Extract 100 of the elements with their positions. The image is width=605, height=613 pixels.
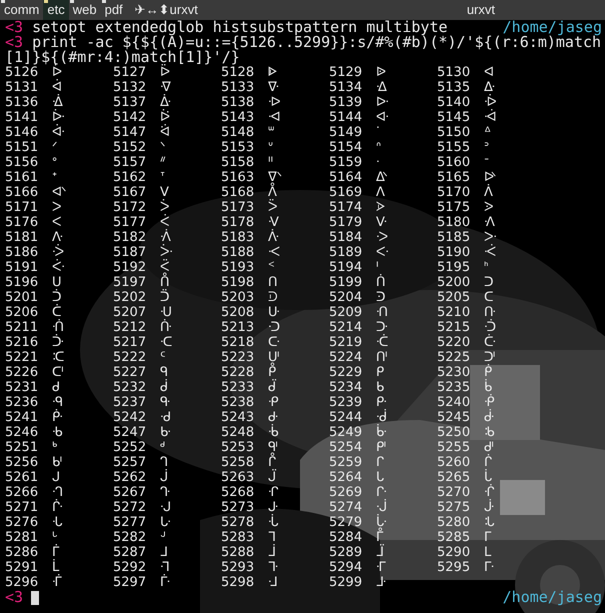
- code-number: 5147: [113, 125, 148, 140]
- code-number: 5152: [113, 140, 148, 155]
- code-number: 5232: [113, 380, 148, 395]
- code-number: 5234: [329, 380, 364, 395]
- syllabic-glyph: ᑿ: [160, 425, 171, 440]
- syllabic-glyph: ᒊ: [268, 455, 276, 470]
- code-number: 5141: [5, 110, 40, 125]
- syllabic-glyph: ᑷ: [376, 395, 387, 410]
- code-number: 5137: [113, 95, 148, 110]
- syllabic-glyph: ᑱ: [268, 380, 276, 395]
- code-number: 5176: [5, 215, 40, 230]
- syllabic-glyph: ᑢ: [268, 335, 280, 350]
- code-number: 5259: [329, 455, 364, 470]
- syllabic-glyph: ᒂ: [484, 425, 495, 440]
- syllabic-glyph: ᑜ: [160, 320, 172, 335]
- syllabic-glyph: ᐸ: [52, 215, 62, 230]
- code-number: 5253: [221, 440, 256, 455]
- code-number: 5171: [5, 200, 40, 215]
- code-number: 5237: [113, 395, 148, 410]
- syllabic-glyph: ᐧ: [376, 155, 380, 170]
- workspace-tab[interactable]: etc: [43, 0, 69, 20]
- code-number: 5210: [437, 305, 472, 320]
- syllabic-glyph: ᒏ: [268, 470, 276, 485]
- syllabic-glyph: ᒙ: [268, 500, 278, 515]
- syllabic-glyph: ᐌ: [160, 80, 171, 95]
- code-number: 5217: [113, 335, 148, 350]
- syllabic-glyph: ᒄ: [160, 440, 166, 455]
- code-number: 5216: [5, 335, 40, 350]
- code-number: 5153: [221, 140, 256, 155]
- code-number: 5254: [329, 440, 364, 455]
- syllabic-glyph: ᑔ: [376, 290, 386, 305]
- code-number: 5155: [437, 140, 472, 155]
- syllabic-glyph: ᑎ: [268, 275, 278, 290]
- code-number: 5204: [329, 290, 364, 305]
- syllabic-glyph: ᑸ: [484, 395, 495, 410]
- syllabic-glyph: ᐔ: [484, 95, 497, 110]
- syllabic-glyph: ᒳ: [376, 575, 386, 590]
- syllabic-glyph: ᐬ: [376, 170, 388, 185]
- code-number: 5164: [329, 170, 364, 185]
- syllabic-glyph: ᐳ: [52, 200, 62, 215]
- syllabic-glyph: ᒒ: [52, 485, 64, 500]
- syllabic-glyph: ᐦ: [268, 155, 274, 170]
- code-number: 5139: [329, 95, 364, 110]
- code-number: 5205: [437, 290, 472, 305]
- code-number: 5262: [113, 470, 148, 485]
- code-number: 5282: [113, 530, 148, 545]
- syllabic-glyph: ᐩ: [52, 170, 58, 185]
- code-number: 5261: [5, 470, 40, 485]
- code-number: 5239: [329, 395, 364, 410]
- syllabic-glyph: ᒚ: [376, 500, 388, 515]
- syllabic-glyph: ᑌ: [52, 275, 62, 290]
- code-number: 5142: [113, 110, 148, 125]
- command-line: <3 setopt extendedglob histsubstpattern multibyte: [5, 20, 448, 35]
- code-number: 5146: [5, 125, 40, 140]
- code-number: 5246: [5, 425, 40, 440]
- code-number: 5150: [437, 125, 472, 140]
- syllabic-glyph: ᑙ: [376, 305, 388, 320]
- code-number: 5194: [329, 260, 364, 275]
- workspace-tab[interactable]: web: [68, 0, 101, 20]
- code-number: 5238: [221, 395, 256, 410]
- code-number: 5173: [221, 200, 256, 215]
- syllabic-glyph: ᐵ: [268, 200, 278, 215]
- code-number: 5221: [5, 350, 40, 365]
- code-number: 5132: [113, 80, 148, 95]
- code-number: 5130: [437, 65, 472, 80]
- syllabic-glyph: ᑗ: [160, 305, 172, 320]
- syllabic-glyph: ᒛ: [484, 500, 494, 515]
- code-number: 5264: [329, 470, 364, 485]
- code-number: 5145: [437, 110, 472, 125]
- syllabic-glyph: ᐡ: [268, 140, 274, 155]
- syllabic-glyph: ᑶ: [268, 395, 279, 410]
- code-number: 5245: [437, 410, 472, 425]
- code-number: 5297: [113, 575, 148, 590]
- prompt-symbol: <3: [5, 590, 24, 605]
- syllabic-glyph: ᑉ: [268, 260, 275, 275]
- code-number: 5144: [329, 110, 364, 125]
- code-number: 5157: [113, 155, 148, 170]
- code-number: 5286: [5, 545, 40, 560]
- code-number: 5260: [437, 455, 472, 470]
- code-number: 5224: [329, 350, 364, 365]
- code-number: 5165: [437, 170, 472, 185]
- code-number: 5187: [113, 245, 148, 260]
- workspace-tab[interactable]: comm: [0, 0, 44, 20]
- syllabic-glyph: ᐘ: [376, 110, 390, 125]
- syllabic-glyph: ᒭ: [268, 560, 278, 575]
- code-number: 5269: [329, 485, 364, 500]
- syllabic-glyph: ᐈ: [268, 65, 277, 80]
- syllabic-glyph: ᒬ: [160, 560, 170, 575]
- code-number: 5230: [437, 365, 472, 380]
- syllabic-glyph: ᑇ: [52, 260, 66, 275]
- window-label[interactable]: urxvt: [170, 0, 198, 20]
- code-number: 5188: [221, 245, 256, 260]
- syllabic-glyph: ᐖ: [160, 110, 170, 125]
- syllabic-glyph: ᐝ: [376, 125, 380, 140]
- code-number: 5181: [5, 230, 40, 245]
- syllabic-glyph: ᒓ: [160, 485, 170, 500]
- syllabic-glyph: ᒔ: [268, 485, 279, 500]
- code-number: 5252: [113, 440, 148, 455]
- code-number: 5284: [329, 530, 364, 545]
- workspace-tab[interactable]: pdf: [100, 0, 127, 20]
